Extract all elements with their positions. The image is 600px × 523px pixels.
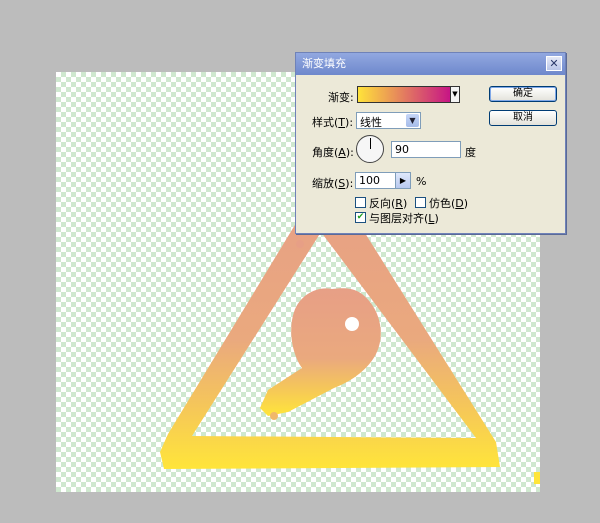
style-label: 样式(T): — [312, 116, 354, 129]
key-shape — [260, 288, 381, 416]
dither-label: 仿色(D) — [429, 197, 469, 210]
scale-label: 缩放(S): — [312, 177, 354, 190]
cancel-button[interactable]: 取消 — [489, 110, 557, 126]
dialog-titlebar[interactable]: 渐变填充 ✕ — [296, 53, 565, 75]
scale-slider-arrow-icon[interactable]: ▶ — [395, 172, 411, 189]
close-icon[interactable]: ✕ — [546, 56, 562, 71]
gradient-fill-dialog: 渐变填充 ✕ 渐变: ▼ 确定 取消 样式(T): 线性 ▼ 角度(A): 90… — [295, 52, 566, 234]
reverse-checkbox[interactable] — [355, 197, 366, 208]
align-with-layer-label: 与图层对齐(L) — [369, 212, 439, 225]
angle-input[interactable]: 90 — [391, 141, 461, 158]
style-select[interactable]: 线性 ▼ — [356, 112, 421, 129]
gradient-label: 渐变: — [328, 91, 354, 104]
style-select-value: 线性 — [360, 116, 382, 129]
dither-checkbox[interactable] — [415, 197, 426, 208]
scale-input[interactable]: 100 — [355, 172, 396, 189]
angle-label: 角度(A): — [312, 146, 354, 159]
gradient-picker[interactable] — [357, 86, 451, 103]
angle-dial[interactable] — [356, 135, 384, 163]
chevron-down-icon[interactable]: ▼ — [406, 114, 419, 127]
dialog-title: 渐变填充 — [302, 57, 346, 70]
ok-button[interactable]: 确定 — [489, 86, 557, 102]
gradient-dropdown-icon[interactable]: ▼ — [451, 86, 460, 103]
scale-unit: % — [416, 175, 427, 188]
align-with-layer-checkbox[interactable]: ✔ — [355, 212, 366, 223]
angle-unit: 度 — [465, 146, 476, 159]
reverse-label: 反向(R) — [369, 197, 408, 210]
